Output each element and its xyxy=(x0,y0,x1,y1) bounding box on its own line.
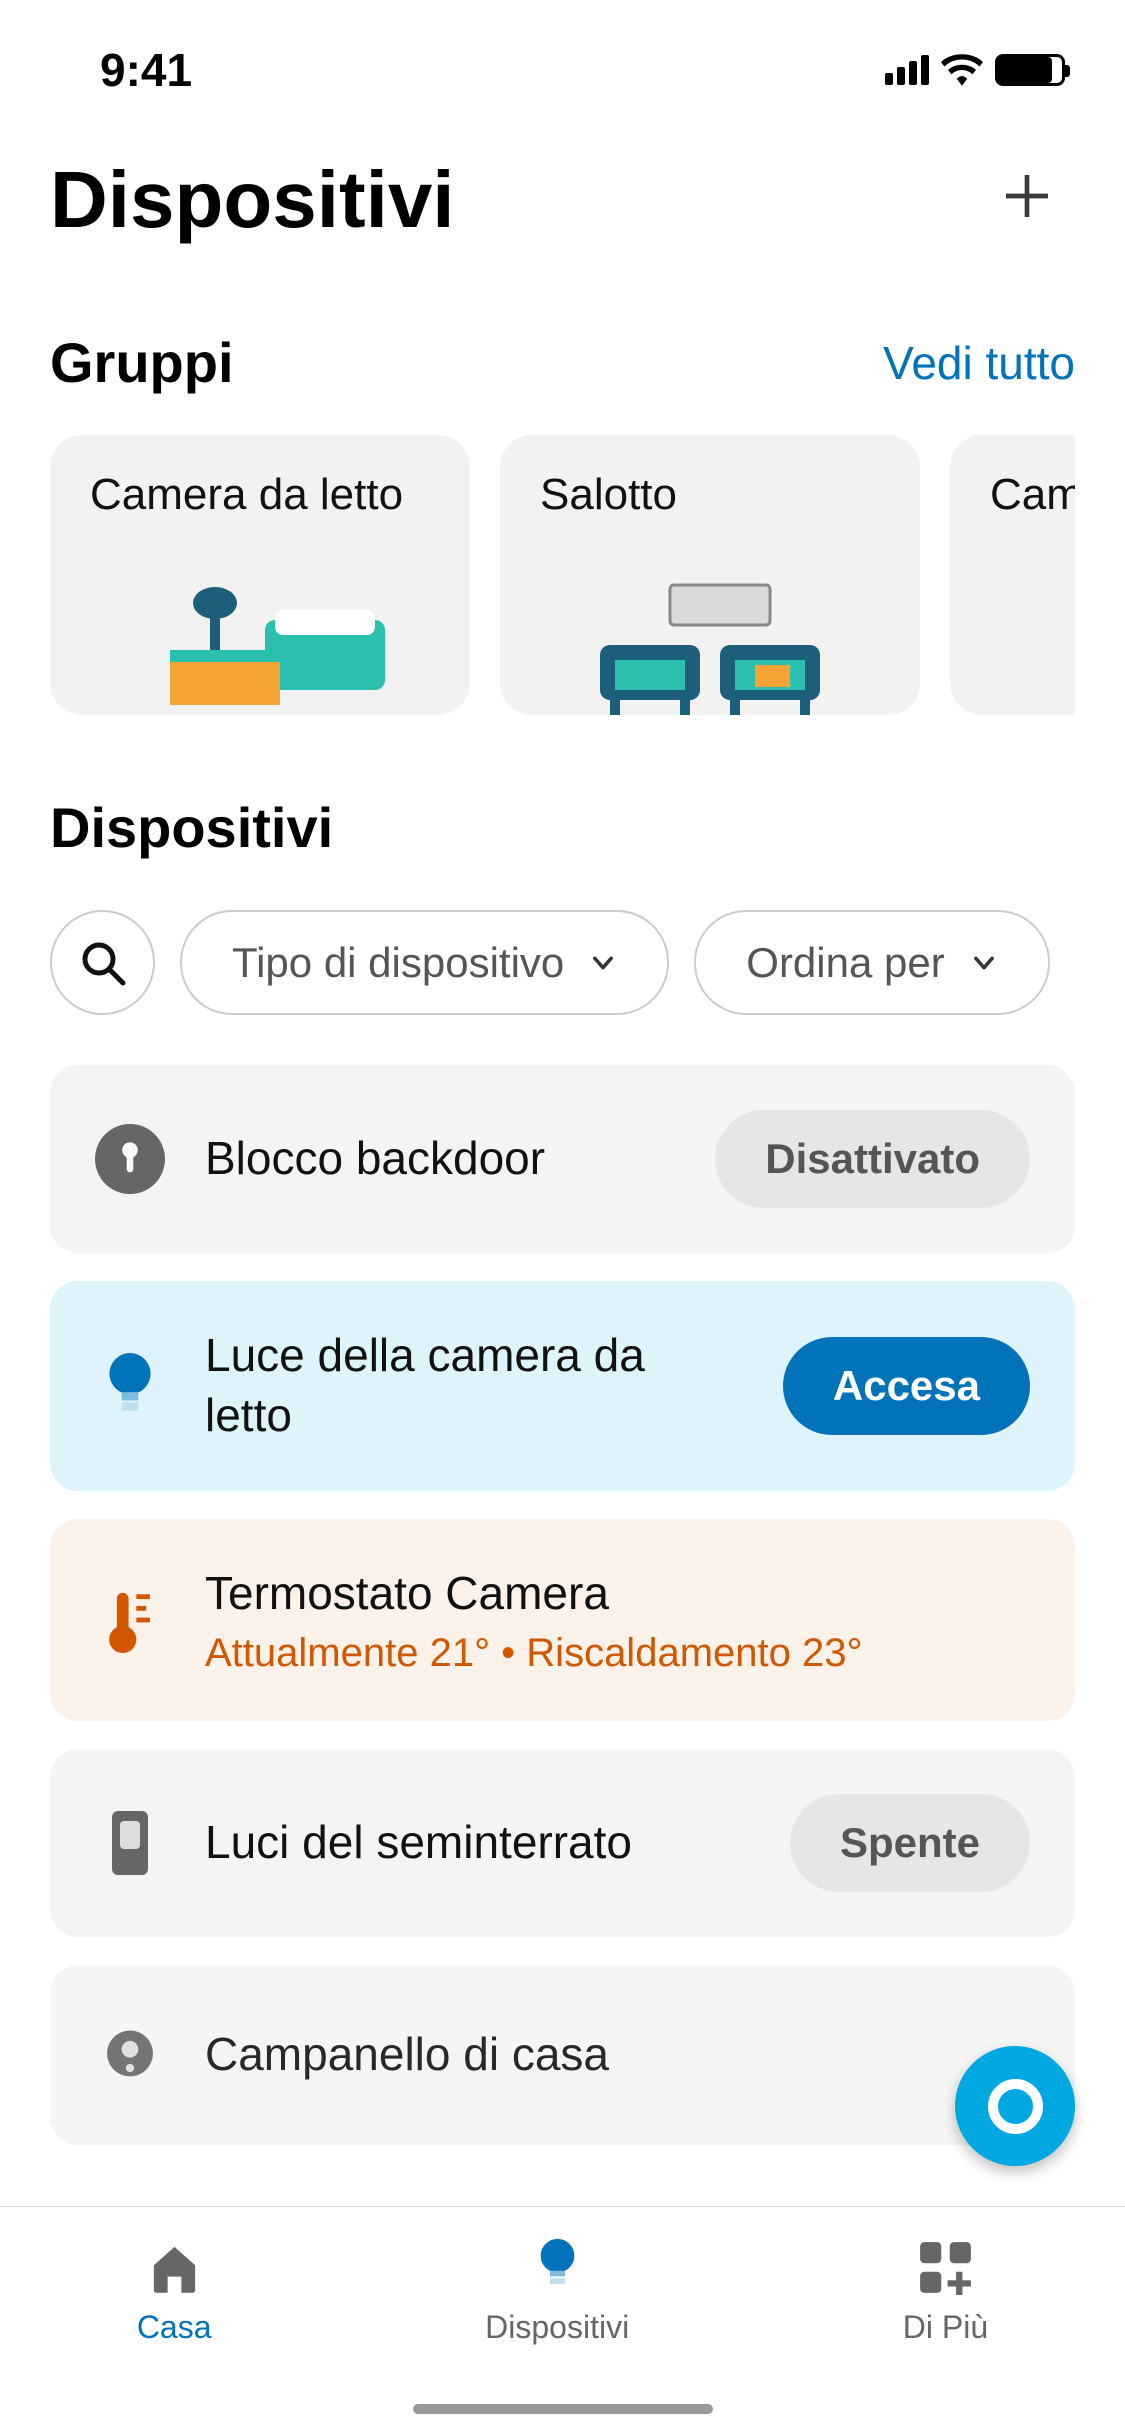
device-label: Luce della camera da letto xyxy=(205,1326,743,1446)
home-icon xyxy=(144,2237,204,2297)
switch-icon xyxy=(95,1808,165,1878)
alexa-fab-button[interactable] xyxy=(955,2046,1075,2166)
device-row-doorbell[interactable]: Campanello di casa xyxy=(50,1965,1075,2145)
filter-label: Tipo di dispositivo xyxy=(232,939,564,987)
doorbell-icon xyxy=(95,2020,165,2090)
alexa-icon xyxy=(988,2079,1043,2134)
search-icon xyxy=(79,939,127,987)
group-card-label: Camera xyxy=(990,470,1075,520)
filter-row: Tipo di dispositivo Ordina per xyxy=(50,910,1075,1015)
group-card-label: Salotto xyxy=(540,470,880,520)
devices-title: Dispositivi xyxy=(50,795,1075,860)
device-status-toggle[interactable]: Accesa xyxy=(783,1337,1030,1435)
device-row-basement-lights[interactable]: Luci del seminterrato Spente xyxy=(50,1749,1075,1937)
cellular-icon xyxy=(885,55,929,85)
group-card-bedroom[interactable]: Camera da letto xyxy=(50,435,470,715)
device-label: Luci del seminterrato xyxy=(205,1813,750,1873)
add-button[interactable] xyxy=(979,150,1075,250)
groups-see-all-link[interactable]: Vedi tutto xyxy=(883,336,1075,390)
device-row-thermostat[interactable]: Termostato Camera Attualmente 21° • Risc… xyxy=(50,1519,1075,1722)
device-row-bedroom-light[interactable]: Luce della camera da letto Accesa xyxy=(50,1281,1075,1491)
device-status-toggle[interactable]: Disattivato xyxy=(715,1110,1030,1208)
tab-label: Casa xyxy=(137,2309,212,2346)
tab-home[interactable]: Casa xyxy=(137,2237,212,2346)
group-card-living-room[interactable]: Salotto xyxy=(500,435,920,715)
group-card-label: Camera da letto xyxy=(90,470,430,520)
tab-label: Di Più xyxy=(903,2309,988,2346)
groups-title: Gruppi xyxy=(50,330,234,395)
device-status-toggle[interactable]: Spente xyxy=(790,1794,1030,1892)
bedroom-illustration-icon xyxy=(50,565,470,715)
filter-label: Ordina per xyxy=(746,939,944,987)
tab-label: Dispositivi xyxy=(485,2309,629,2346)
device-sublabel: Attualmente 21° • Riscaldamento 23° xyxy=(205,1631,1030,1676)
device-type-filter[interactable]: Tipo di dispositivo xyxy=(180,910,669,1015)
groups-section: Gruppi Vedi tutto Camera da letto Salott… xyxy=(0,290,1125,735)
device-label: Termostato Camera xyxy=(205,1564,1030,1624)
battery-icon xyxy=(995,54,1065,86)
status-icons xyxy=(885,54,1065,86)
lock-icon xyxy=(95,1124,165,1194)
page-title: Dispositivi xyxy=(50,154,455,246)
device-label: Blocco backdoor xyxy=(205,1129,675,1189)
home-indicator[interactable] xyxy=(413,2404,713,2414)
device-row-lock[interactable]: Blocco backdoor Disattivato xyxy=(50,1065,1075,1253)
status-bar: 9:41 xyxy=(0,0,1125,120)
bulb-icon xyxy=(527,2237,587,2297)
page-header: Dispositivi xyxy=(0,120,1125,290)
chevron-down-icon xyxy=(970,949,998,977)
device-label: Campanello di casa xyxy=(205,2025,1030,2085)
groups-row[interactable]: Camera da letto Salotto xyxy=(50,435,1075,715)
wifi-icon xyxy=(941,54,983,86)
living-room-illustration-icon xyxy=(500,565,920,715)
tab-devices[interactable]: Dispositivi xyxy=(485,2237,629,2346)
thermostat-icon xyxy=(95,1585,165,1655)
bottom-tab-bar: Casa Dispositivi Di Più xyxy=(0,2206,1125,2436)
grid-plus-icon xyxy=(915,2237,975,2297)
sort-by-filter[interactable]: Ordina per xyxy=(694,910,1049,1015)
plus-icon xyxy=(999,168,1055,224)
chevron-down-icon xyxy=(589,949,617,977)
tab-more[interactable]: Di Più xyxy=(903,2237,988,2346)
group-card-camera[interactable]: Camera xyxy=(950,435,1075,715)
devices-section: Dispositivi Tipo di dispositivo Ordina p… xyxy=(0,735,1125,2193)
bulb-icon xyxy=(95,1351,165,1421)
search-button[interactable] xyxy=(50,910,155,1015)
status-time: 9:41 xyxy=(100,43,192,97)
